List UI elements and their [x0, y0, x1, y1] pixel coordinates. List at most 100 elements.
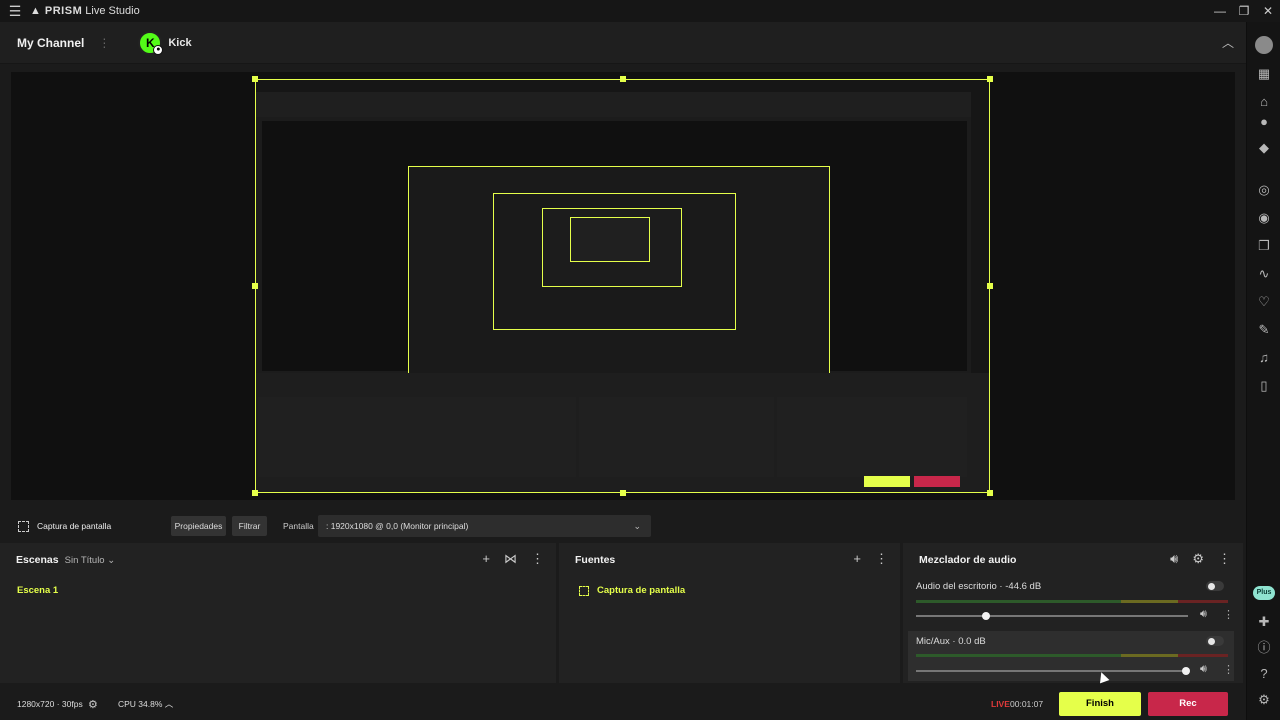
maximize-icon[interactable]: ❐ [1232, 0, 1256, 22]
selected-source-name: Captura de pantalla [37, 521, 112, 531]
resolution-label: 1280x720 · 30fps [17, 699, 83, 709]
plus-badge[interactable]: Plus [1253, 586, 1275, 600]
title-bar: ☰ ▲ PRISM Live Studio — ❐ ✕ [0, 0, 1280, 22]
music-icon[interactable]: ♫ [1256, 350, 1272, 366]
controller-icon[interactable]: ✚ [1256, 614, 1272, 630]
source-toolbar: Captura de pantalla Propiedades Filtrar … [0, 512, 1246, 540]
handle-tr[interactable] [987, 76, 993, 82]
collapse-chevron-icon[interactable]: ︿ [1222, 34, 1234, 51]
desktop-audio-knob[interactable] [982, 612, 990, 620]
properties-button[interactable]: Propiedades [171, 516, 226, 536]
mic-aux-label: Mic/Aux · 0.0 dB [916, 636, 986, 647]
mic-aux-slider[interactable] [916, 667, 1190, 675]
desktop-audio-slider[interactable] [916, 612, 1188, 620]
my-channel-label[interactable]: My Channel [17, 36, 84, 50]
window-controls: — ❐ ✕ [1208, 0, 1280, 22]
notification-icon[interactable]: ◆ [1256, 140, 1272, 156]
screen-capture-icon [579, 585, 589, 596]
profile-avatar[interactable] [1255, 36, 1273, 54]
source-item[interactable]: Captura de pantalla [579, 585, 685, 596]
mic-aux-more-icon[interactable]: ⋮ [1223, 663, 1234, 676]
transition-icon[interactable]: ⋈ [504, 551, 517, 567]
add-scene-icon[interactable]: + [482, 551, 490, 567]
scenes-more-icon[interactable]: ⋮ [531, 551, 544, 567]
live-indicator: LIVE [991, 699, 1010, 709]
display-select[interactable]: : 1920x1080 @ 0,0 (Monitor principal) ⌄ [318, 515, 651, 537]
nested-capture [256, 80, 989, 492]
desktop-audio-toggle[interactable] [1206, 581, 1224, 591]
nested-sources [579, 397, 774, 477]
nested-preview [262, 121, 967, 403]
nested-canvas-3 [542, 208, 682, 287]
cpu-usage[interactable]: CPU 34.8% ︿ [118, 698, 173, 710]
platform-badge-icon: ● [153, 44, 164, 55]
display-select-value: : 1920x1080 @ 0,0 (Monitor principal) [326, 521, 469, 531]
mic-aux-meter [916, 654, 1228, 657]
chat-icon[interactable]: ● [1256, 114, 1272, 130]
scenes-title: Escenas Sin Título ⌄ [16, 554, 116, 566]
mic-aux-knob[interactable] [1182, 667, 1190, 675]
handle-bl[interactable] [252, 490, 258, 496]
hamburger-menu-icon[interactable]: ☰ [0, 3, 30, 20]
mixer-speaker-icon[interactable]: 🔊︎ [1170, 551, 1178, 567]
kick-channel-avatar[interactable]: K ● [138, 30, 164, 55]
battery-icon[interactable]: ▯ [1256, 378, 1272, 394]
desktop-audio-speaker-icon[interactable]: 🔊︎ [1200, 608, 1207, 621]
nested-mixer [777, 397, 967, 477]
desktop-audio-label: Audio del escritorio · -44.6 dB [916, 581, 1042, 592]
heart-icon[interactable]: ♡ [1256, 294, 1272, 310]
handle-tm[interactable] [620, 76, 626, 82]
rec-button[interactable]: Rec [1148, 692, 1228, 716]
close-icon[interactable]: ✕ [1256, 0, 1280, 22]
mic-aux-toggle[interactable] [1206, 636, 1224, 646]
copy-icon[interactable]: ❐ [1256, 238, 1272, 254]
filter-button[interactable]: Filtrar [232, 516, 267, 536]
nested-canvas-2 [493, 193, 736, 330]
sources-title: Fuentes [575, 554, 616, 566]
effects-icon[interactable]: ∿ [1256, 266, 1272, 282]
scene-item[interactable]: Escena 1 [17, 585, 58, 596]
settings-icon[interactable]: ⚙ [1256, 692, 1272, 708]
handle-tl[interactable] [252, 76, 258, 82]
handle-ml[interactable] [252, 283, 258, 289]
layout-icon[interactable]: ▦ [1256, 66, 1272, 82]
nested-canvas-1 [408, 166, 830, 403]
sources-dock: Fuentes + ⋮ Captura de pantalla [559, 543, 900, 683]
nested-bottom-docks [256, 373, 989, 492]
mixer-title: Mezclador de audio [919, 554, 1017, 566]
sticker-icon[interactable]: ✎ [1256, 322, 1272, 338]
handle-bm[interactable] [620, 490, 626, 496]
output-settings-icon[interactable]: ⚙ [88, 698, 98, 711]
minimize-icon[interactable]: — [1208, 0, 1232, 22]
nested-channel-bar [256, 92, 989, 117]
sources-actions: + ⋮ [853, 551, 888, 567]
desktop-audio-meter [916, 600, 1228, 603]
desktop-audio-more-icon[interactable]: ⋮ [1223, 608, 1234, 621]
mixer-actions: 🔊︎ ⚙ ⋮ [1170, 551, 1231, 567]
scenes-actions: + ⋈ ⋮ [482, 551, 544, 567]
nested-finish [864, 476, 910, 487]
preview-canvas[interactable] [255, 79, 990, 493]
kebab-icon[interactable]: ⋮ [98, 36, 110, 50]
mixer-more-icon[interactable]: ⋮ [1218, 551, 1231, 567]
source-item-label: Captura de pantalla [597, 585, 686, 596]
finish-button[interactable]: Finish [1059, 692, 1141, 716]
scene-collection-select[interactable]: Sin Título ⌄ [65, 555, 116, 566]
mixer-settings-icon[interactable]: ⚙ [1192, 551, 1204, 567]
sources-more-icon[interactable]: ⋮ [875, 551, 888, 567]
mic-aux-speaker-icon[interactable]: 🔊︎ [1200, 663, 1207, 676]
channel-bar: My Channel ⋮ K ● Kick ︿ [0, 22, 1246, 64]
info-icon[interactable]: ⓘ [1256, 640, 1272, 656]
add-source-icon[interactable]: + [853, 551, 861, 567]
chevron-down-icon: ⌄ [633, 521, 641, 531]
camera-icon[interactable]: ◎ [1256, 182, 1272, 198]
nested-canvas-4 [570, 217, 650, 262]
handle-mr[interactable] [987, 283, 993, 289]
help-icon[interactable]: ? [1256, 666, 1272, 682]
virtual-cam-icon[interactable]: ◉ [1256, 210, 1272, 226]
home-icon[interactable]: ⌂ [1256, 94, 1272, 110]
prism-logo-icon: ▲ [30, 5, 41, 17]
handle-br[interactable] [987, 490, 993, 496]
nested-rec [914, 476, 960, 487]
display-label: Pantalla [283, 521, 314, 531]
